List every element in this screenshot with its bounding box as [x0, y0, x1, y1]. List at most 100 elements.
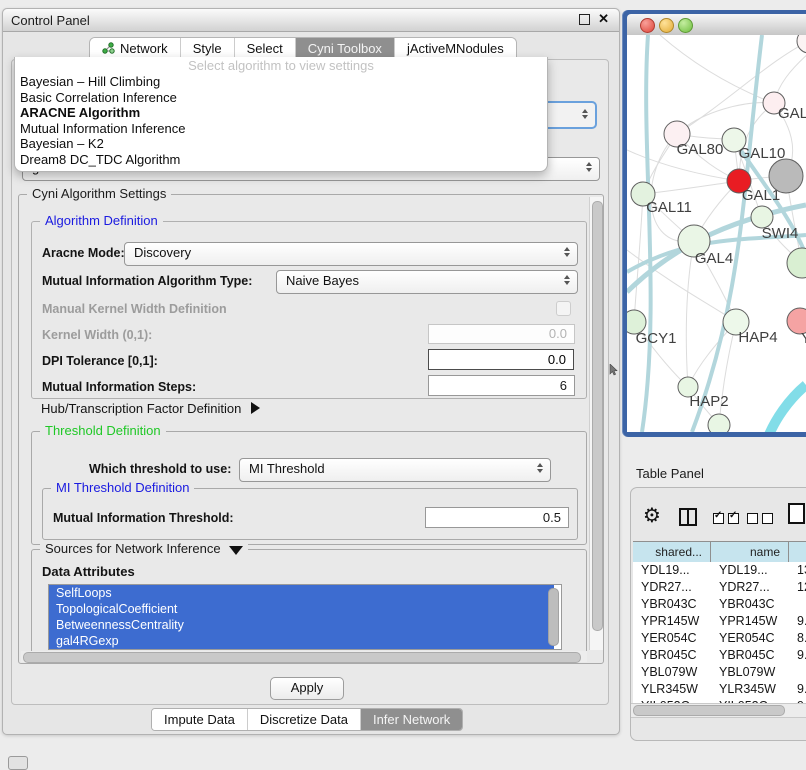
network-node[interactable]: [769, 159, 803, 193]
node-label: Y: [801, 330, 806, 347]
node-table: shared...nameA YDL19...YDL19...13YDR27..…: [633, 541, 806, 564]
node-label: GCY1: [636, 330, 677, 347]
table-cell: 12: [789, 579, 806, 596]
gear-icon[interactable]: ⚙: [643, 503, 661, 527]
tab-label: Infer Network: [373, 712, 450, 727]
table-cell: 9.: [789, 681, 806, 698]
tab-cyni-toolbox[interactable]: Cyni Toolbox: [296, 38, 395, 59]
node-label: GAL10: [739, 145, 786, 162]
tab-network[interactable]: Network: [90, 38, 181, 59]
close-icon[interactable]: ✕: [598, 13, 609, 25]
threshold-definition-title: Threshold Definition: [40, 423, 166, 438]
dpi-tolerance-field[interactable]: 0.0: [428, 349, 574, 370]
attribute-item[interactable]: BetweennessCentrality: [49, 617, 554, 633]
list-scrollbar-thumb[interactable]: [548, 588, 559, 646]
threshold-definition-group: Threshold Definition Which threshold to …: [31, 431, 587, 545]
mi-type-label: Mutual Information Algorithm Type:: [42, 274, 252, 288]
control-panel-titlebar[interactable]: Control Panel ✕: [3, 9, 619, 32]
sources-group: Sources for Network Inference Data Attri…: [31, 549, 587, 661]
kernel-width-label: Kernel Width (0,1):: [42, 328, 152, 342]
minimized-panel-box[interactable]: [8, 756, 28, 770]
tab-style[interactable]: Style: [181, 38, 235, 59]
table-row[interactable]: YER054CYER054C8.: [633, 630, 806, 647]
mi-type-value: Naive Bayes: [286, 273, 359, 288]
split-columns-icon[interactable]: [679, 508, 697, 526]
table-row[interactable]: YBR043CYBR043C: [633, 596, 806, 613]
attribute-item[interactable]: gal4RGexp: [49, 633, 554, 649]
table-cell: YER054C: [711, 630, 789, 647]
data-attributes-list[interactable]: SelfLoopsTopologicalCoefficientBetweenne…: [48, 584, 562, 650]
column-header[interactable]: A: [789, 542, 806, 563]
settings-hscroll-thumb[interactable]: [23, 652, 581, 663]
table-cell: YLR345W: [633, 681, 711, 698]
tab-discretize-data[interactable]: Discretize Data: [248, 709, 361, 730]
algorithm-option[interactable]: Basic Correlation Inference: [15, 90, 547, 106]
network-window-titlebar[interactable]: [627, 14, 806, 36]
table-panel-title: Table Panel: [636, 466, 704, 481]
table-cell: YER054C: [633, 630, 711, 647]
settings-vertical-scrollbar[interactable]: [589, 197, 603, 650]
node-label: GAL4: [695, 250, 733, 267]
select-all-columns-icon[interactable]: [713, 513, 739, 524]
table-cell: YBL079W: [633, 664, 711, 681]
tab-impute-data[interactable]: Impute Data: [152, 709, 248, 730]
algorithm-option[interactable]: Bayesian – K2: [15, 136, 547, 152]
sources-title-text: Sources for Network Inference: [45, 541, 221, 556]
aracne-mode-combobox[interactable]: Discovery: [124, 242, 578, 266]
node-label: SWI4: [762, 225, 799, 242]
which-threshold-combobox[interactable]: MI Threshold: [239, 458, 551, 482]
attribute-item[interactable]: SelfLoops: [49, 585, 554, 601]
manual-kernel-checkbox[interactable]: [556, 301, 571, 316]
settings-group-title: Cyni Algorithm Settings: [27, 186, 171, 201]
mi-threshold-field[interactable]: 0.5: [425, 507, 569, 528]
kernel-width-field[interactable]: 0.0: [428, 324, 575, 344]
table-row[interactable]: YBL079WYBL079W: [633, 664, 806, 681]
table-cell: 8.: [789, 630, 806, 647]
tab-select[interactable]: Select: [235, 38, 296, 59]
mi-steps-field[interactable]: 6: [428, 375, 575, 396]
hub-section-toggle[interactable]: Hub/Transcription Factor Definition: [41, 401, 260, 416]
node-label: GAL80: [677, 141, 724, 158]
node-label: GAL: [778, 105, 806, 122]
table-cell: 13: [789, 562, 806, 579]
network-node[interactable]: [797, 35, 806, 53]
node-label: GAL11: [646, 199, 692, 216]
table-row[interactable]: YDR27...YDR27...12: [633, 579, 806, 596]
algorithm-option[interactable]: Mutual Information Inference: [15, 121, 547, 137]
table-row[interactable]: YBR045CYBR045C9.: [633, 647, 806, 664]
tab-infer-network[interactable]: Infer Network: [361, 709, 462, 730]
mi-steps-label: Mutual Information Steps:: [42, 380, 196, 394]
new-table-icon[interactable]: [788, 503, 805, 524]
table-row[interactable]: YPR145WYPR145W9.: [633, 613, 806, 630]
minimize-traffic-light[interactable]: [659, 18, 674, 33]
node-label: HAP4: [738, 329, 777, 346]
mi-type-combobox[interactable]: Naive Bayes: [276, 270, 578, 294]
table-cell: YBR043C: [711, 596, 789, 613]
settings-vscroll-thumb[interactable]: [592, 201, 603, 631]
table-horizontal-scrollbar[interactable]: [631, 703, 806, 718]
table-hscroll-thumb[interactable]: [633, 705, 785, 716]
zoom-traffic-light[interactable]: [678, 18, 693, 33]
settings-horizontal-scrollbar[interactable]: [21, 651, 587, 662]
algorithm-option[interactable]: ARACNE Algorithm: [15, 105, 547, 121]
network-graph[interactable]: GALGAL80GAL10GAL1GAL11SWI4GAL4GCY1HAP4YH…: [627, 35, 806, 432]
column-header[interactable]: shared...: [633, 542, 711, 563]
mi-threshold-definition-title: MI Threshold Definition: [51, 480, 194, 495]
attribute-item[interactable]: TopologicalCoefficient: [49, 601, 554, 617]
table-row[interactable]: YDL19...YDL19...13: [633, 562, 806, 579]
network-node[interactable]: [708, 414, 730, 432]
unselect-all-columns-icon[interactable]: [747, 513, 773, 524]
table-row[interactable]: YLR345WYLR345W9.: [633, 681, 806, 698]
column-header[interactable]: name: [711, 542, 789, 563]
algorithm-option[interactable]: Dream8 DC_TDC Algorithm: [15, 152, 547, 168]
highlight-edge: [768, 385, 806, 432]
float-panel-icon[interactable]: [579, 14, 590, 25]
close-traffic-light[interactable]: [640, 18, 655, 33]
table-cell: 9.: [789, 647, 806, 664]
table-cell: [789, 664, 806, 681]
table-cell: YDL19...: [711, 562, 789, 579]
apply-button[interactable]: Apply: [270, 677, 344, 700]
sources-group-title[interactable]: Sources for Network Inference: [40, 541, 248, 556]
tab-jactivemnodules[interactable]: jActiveMNodules: [395, 38, 516, 59]
algorithm-option[interactable]: Bayesian – Hill Climbing: [15, 74, 547, 90]
